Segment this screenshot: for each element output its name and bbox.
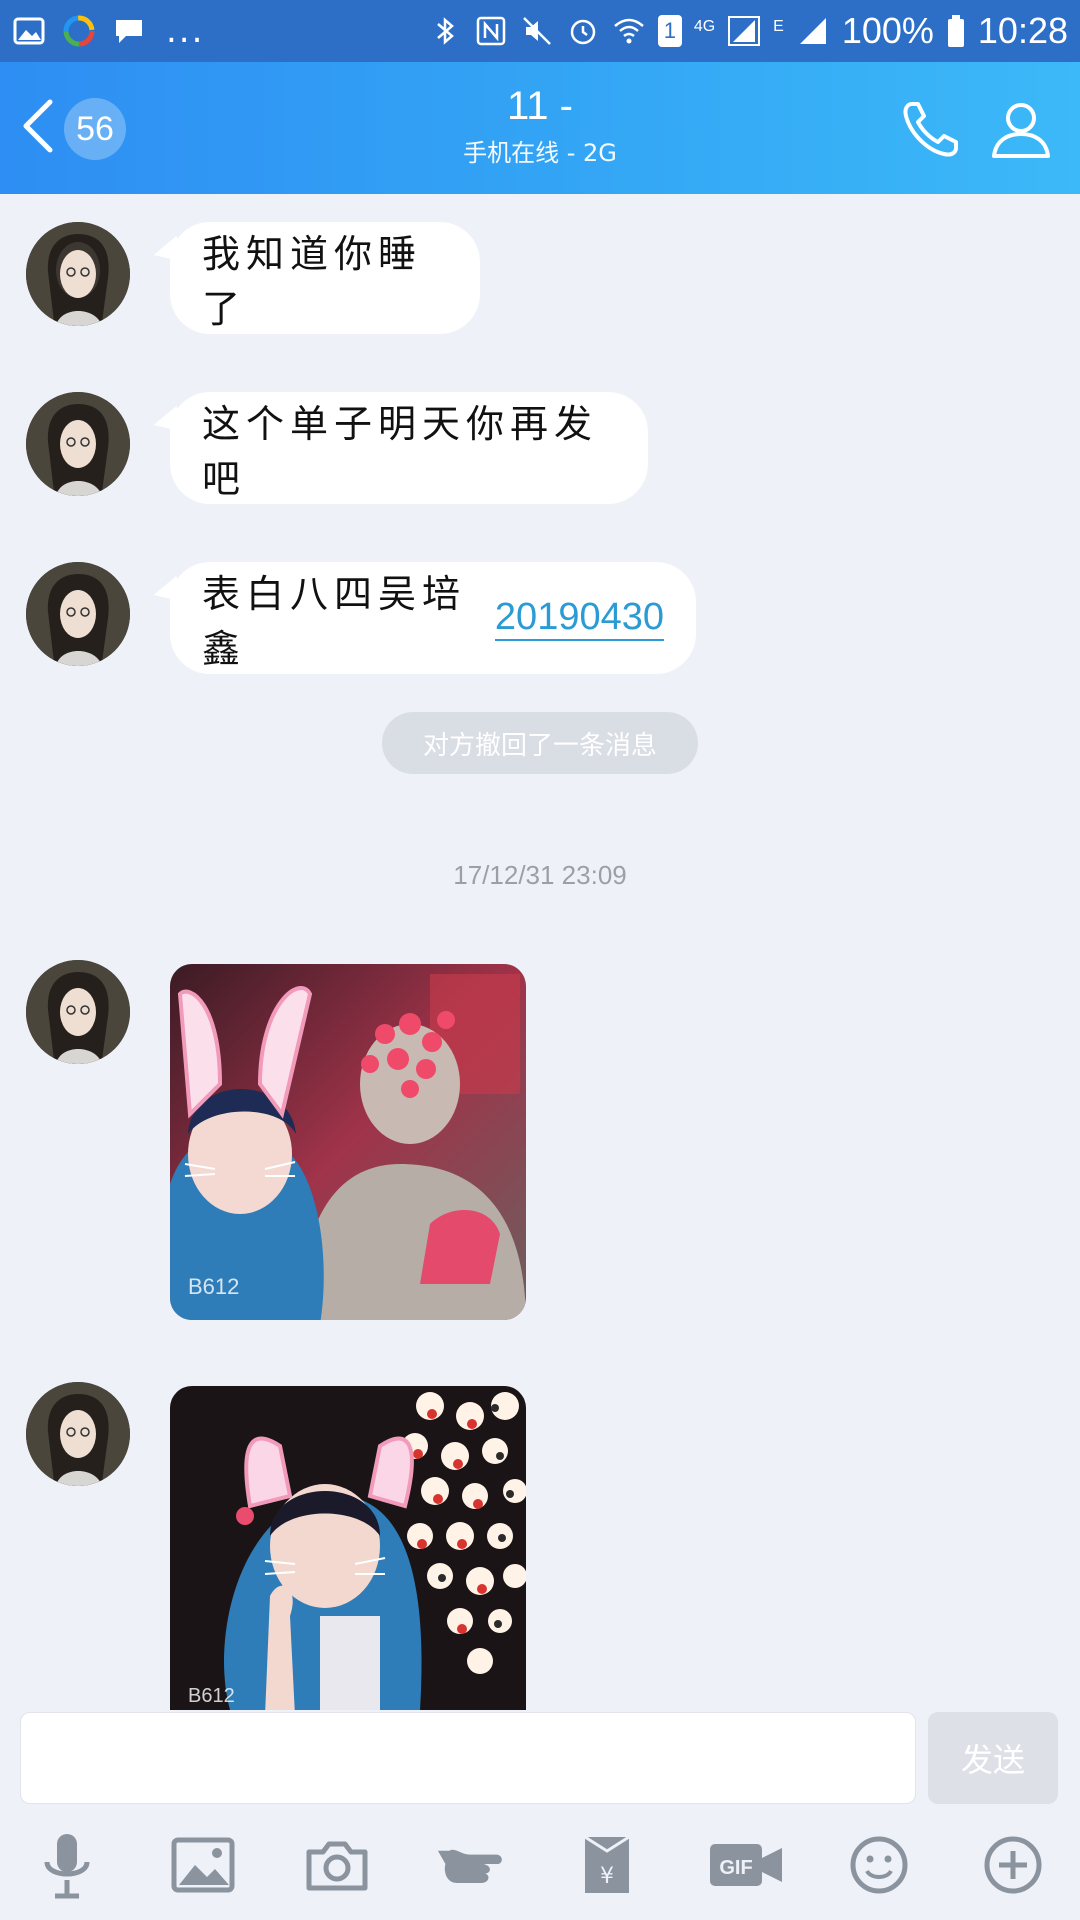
send-button[interactable]: 发送 [928,1712,1058,1804]
emoji-button[interactable] [844,1830,914,1900]
sim-badge: 1 [657,15,682,47]
photo-message[interactable]: B612 [170,1386,526,1710]
image-button[interactable] [168,1830,238,1900]
message-input[interactable] [20,1712,916,1804]
image-icon [171,1837,235,1893]
message-bubble[interactable]: 我知道你睡了 [170,222,480,334]
contact-avatar[interactable] [26,222,130,326]
nfc-icon [476,16,506,46]
clock: 10:28 [977,10,1068,51]
emoji-icon [850,1836,908,1894]
poke-button[interactable] [436,1830,506,1900]
message-bubble[interactable]: 这个单子明天你再发吧 [170,392,648,504]
gif-button[interactable]: GIF [706,1830,786,1900]
profile-icon[interactable] [988,96,1054,162]
message-link[interactable]: 20190430 [494,596,664,641]
app-notification-icon [63,15,95,47]
network-e-label: E [773,18,784,35]
contact-avatar[interactable] [26,392,130,496]
red-packet-button[interactable]: ¥ [572,1830,642,1900]
more-notifications: ... [166,11,205,51]
mute-icon [522,17,551,45]
contact-avatar[interactable] [26,960,130,1064]
voice-button[interactable] [32,1830,102,1900]
camera-button[interactable] [302,1830,372,1900]
message-text: 这个单子明天你再发吧 [202,402,599,501]
chat-header: 56 11 - 手机在线 - 2G [0,62,1080,194]
gallery-notification-icon [13,17,45,45]
phone-call-icon[interactable] [898,96,964,162]
contact-avatar[interactable] [26,562,130,666]
more-button[interactable] [978,1830,1048,1900]
alarm-icon [570,19,596,45]
photo-message[interactable]: B612 [170,964,526,1320]
wifi-icon [613,18,644,44]
network-4g-label: 4G [693,18,716,35]
camera-icon [306,1841,368,1891]
microphone-icon [44,1834,90,1899]
message-bubble[interactable]: 表白八四吴培鑫 20190430 [170,562,696,674]
photo-watermark: B612 [188,1685,235,1707]
signal-icon-2 [799,18,826,44]
gif-icon: GIF [710,1844,782,1886]
composer: 发送 ¥ GIF [0,1710,1080,1920]
plus-circle-icon [984,1836,1042,1894]
photo-watermark: B612 [188,1274,239,1299]
message-notification-icon [116,20,142,43]
svg-text:¥: ¥ [600,1864,614,1889]
message-text: 我知道你睡了 [202,232,423,331]
svg-text:GIF: GIF [719,1857,752,1879]
status-bar: ... 1 4G E 100% 10:28 [0,0,1080,62]
recalled-message-notice: 对方撤回了一条消息 [382,712,698,774]
poke-hand-icon [437,1849,502,1883]
bluetooth-icon [436,17,454,45]
signal-icon-1 [728,16,761,46]
contact-avatar[interactable] [26,1382,130,1486]
message-timestamp: 17/12/31 23:09 [453,860,627,890]
message-text: 表白八四吴培鑫 [202,572,467,671]
battery-icon [947,15,964,47]
red-packet-icon: ¥ [584,1835,630,1893]
battery-percent: 100% [841,10,934,51]
